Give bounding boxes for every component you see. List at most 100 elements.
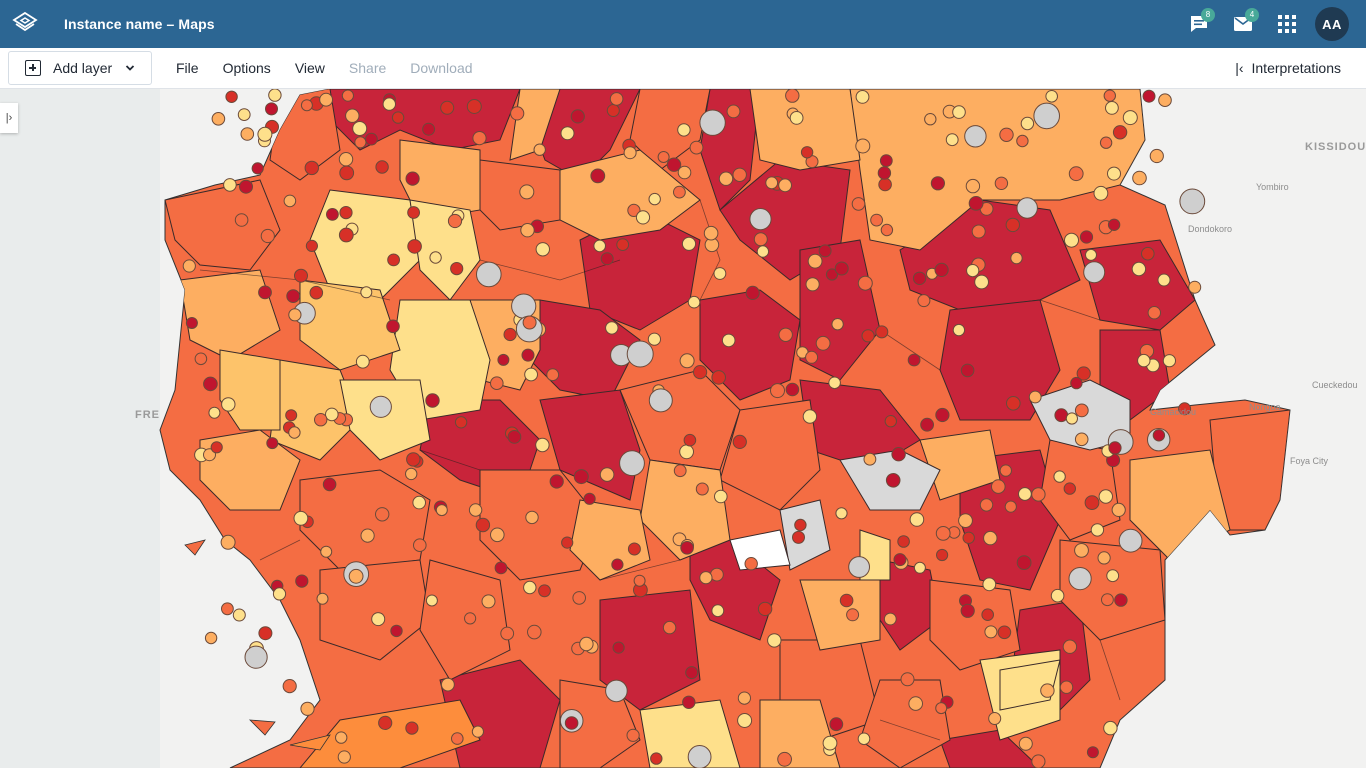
facility-point[interactable] bbox=[405, 721, 419, 735]
facility-point[interactable] bbox=[999, 464, 1012, 477]
facility-point[interactable] bbox=[1118, 528, 1143, 553]
facility-point[interactable] bbox=[765, 176, 779, 190]
facility-point[interactable] bbox=[935, 407, 950, 423]
facility-point[interactable] bbox=[749, 208, 772, 231]
facility-point[interactable] bbox=[352, 121, 368, 136]
facility-point[interactable] bbox=[1031, 754, 1046, 768]
facility-point[interactable] bbox=[1074, 543, 1089, 558]
facility-point[interactable] bbox=[405, 467, 418, 481]
facility-point[interactable] bbox=[257, 126, 273, 142]
facility-point[interactable] bbox=[285, 409, 298, 422]
facility-point[interactable] bbox=[232, 608, 246, 622]
facility-point[interactable] bbox=[1099, 136, 1113, 149]
facility-point[interactable] bbox=[1084, 495, 1100, 511]
facility-point[interactable] bbox=[633, 574, 646, 587]
facility-point[interactable] bbox=[355, 354, 370, 369]
facility-point[interactable] bbox=[182, 259, 196, 273]
facility-point[interactable] bbox=[884, 415, 897, 428]
facility-point[interactable] bbox=[685, 666, 699, 680]
facility-point[interactable] bbox=[1083, 261, 1106, 284]
facility-point[interactable] bbox=[464, 612, 477, 625]
facility-point[interactable] bbox=[912, 271, 927, 285]
facility-point[interactable] bbox=[425, 594, 438, 607]
facility-point[interactable] bbox=[1016, 555, 1032, 570]
facility-point[interactable] bbox=[839, 593, 854, 608]
facility-point[interactable] bbox=[695, 482, 709, 496]
facility-point[interactable] bbox=[583, 492, 596, 505]
options-menu[interactable]: Options bbox=[211, 60, 283, 76]
facility-point[interactable] bbox=[1179, 188, 1206, 215]
facility-point[interactable] bbox=[309, 285, 324, 300]
facility-point[interactable] bbox=[1062, 639, 1078, 654]
facility-point[interactable] bbox=[877, 166, 892, 180]
facility-point[interactable] bbox=[220, 534, 236, 550]
facility-point[interactable] bbox=[800, 146, 814, 159]
facility-point[interactable] bbox=[407, 239, 422, 254]
facility-point[interactable] bbox=[451, 732, 464, 745]
facility-point[interactable] bbox=[475, 517, 491, 533]
facility-point[interactable] bbox=[682, 695, 696, 709]
facility-point[interactable] bbox=[680, 541, 694, 555]
facility-point[interactable] bbox=[1068, 567, 1092, 591]
facility-point[interactable] bbox=[721, 333, 736, 348]
facility-point[interactable] bbox=[677, 165, 692, 180]
facility-point[interactable] bbox=[1149, 148, 1164, 164]
facility-point[interactable] bbox=[1010, 251, 1023, 265]
facility-point[interactable] bbox=[240, 127, 255, 141]
facility-point[interactable] bbox=[225, 90, 238, 104]
facility-point[interactable] bbox=[710, 567, 724, 582]
facility-point[interactable] bbox=[1157, 273, 1171, 287]
facility-point[interactable] bbox=[880, 223, 894, 237]
facility-point[interactable] bbox=[822, 735, 838, 751]
facility-point[interactable] bbox=[244, 645, 268, 669]
facility-point[interactable] bbox=[777, 751, 792, 767]
facility-point[interactable] bbox=[745, 285, 760, 300]
facility-point[interactable] bbox=[846, 608, 860, 622]
facility-point[interactable] bbox=[382, 97, 396, 111]
facility-point[interactable] bbox=[848, 556, 870, 578]
facility-point[interactable] bbox=[466, 99, 482, 114]
facility-point[interactable] bbox=[573, 469, 589, 485]
facility-point[interactable] bbox=[527, 624, 542, 640]
facility-point[interactable] bbox=[627, 542, 641, 556]
facility-point[interactable] bbox=[204, 631, 218, 645]
facility-point[interactable] bbox=[378, 715, 393, 731]
facility-point[interactable] bbox=[1098, 489, 1114, 504]
facility-point[interactable] bbox=[703, 225, 719, 241]
facility-point[interactable] bbox=[286, 289, 301, 304]
facility-point[interactable] bbox=[1033, 102, 1060, 130]
facility-point[interactable] bbox=[611, 558, 624, 571]
facility-point[interactable] bbox=[681, 236, 697, 251]
facility-point[interactable] bbox=[1016, 197, 1038, 219]
facility-point[interactable] bbox=[677, 123, 691, 137]
facility-point[interactable] bbox=[369, 395, 392, 418]
facility-point[interactable] bbox=[1018, 736, 1033, 751]
facility-point[interactable] bbox=[1090, 523, 1105, 537]
facility-point[interactable] bbox=[879, 154, 893, 168]
facility-point[interactable] bbox=[1147, 306, 1162, 320]
facility-point[interactable] bbox=[339, 165, 355, 181]
facility-point[interactable] bbox=[908, 696, 924, 711]
facility-point[interactable] bbox=[794, 518, 807, 532]
facility-point[interactable] bbox=[834, 261, 849, 276]
facility-point[interactable] bbox=[258, 285, 272, 300]
facility-point[interactable] bbox=[713, 267, 727, 280]
facility-point[interactable] bbox=[726, 104, 741, 119]
facility-point[interactable] bbox=[1085, 248, 1097, 261]
facility-point[interactable] bbox=[802, 409, 818, 424]
facility-point[interactable] bbox=[789, 111, 804, 125]
facility-point[interactable] bbox=[300, 99, 313, 112]
facility-point[interactable] bbox=[341, 89, 354, 102]
facility-point[interactable] bbox=[792, 530, 805, 544]
facility-point[interactable] bbox=[268, 89, 282, 102]
facility-point[interactable] bbox=[1086, 746, 1099, 759]
facility-point[interactable] bbox=[300, 701, 315, 716]
facility-point[interactable] bbox=[425, 393, 440, 408]
facility-point[interactable] bbox=[538, 584, 551, 598]
facility-point[interactable] bbox=[930, 176, 946, 191]
map-svg[interactable] bbox=[0, 89, 1366, 768]
facility-point[interactable] bbox=[533, 143, 546, 156]
facility-point[interactable] bbox=[590, 168, 606, 184]
facility-point[interactable] bbox=[1114, 593, 1128, 607]
facility-point[interactable] bbox=[319, 92, 334, 107]
